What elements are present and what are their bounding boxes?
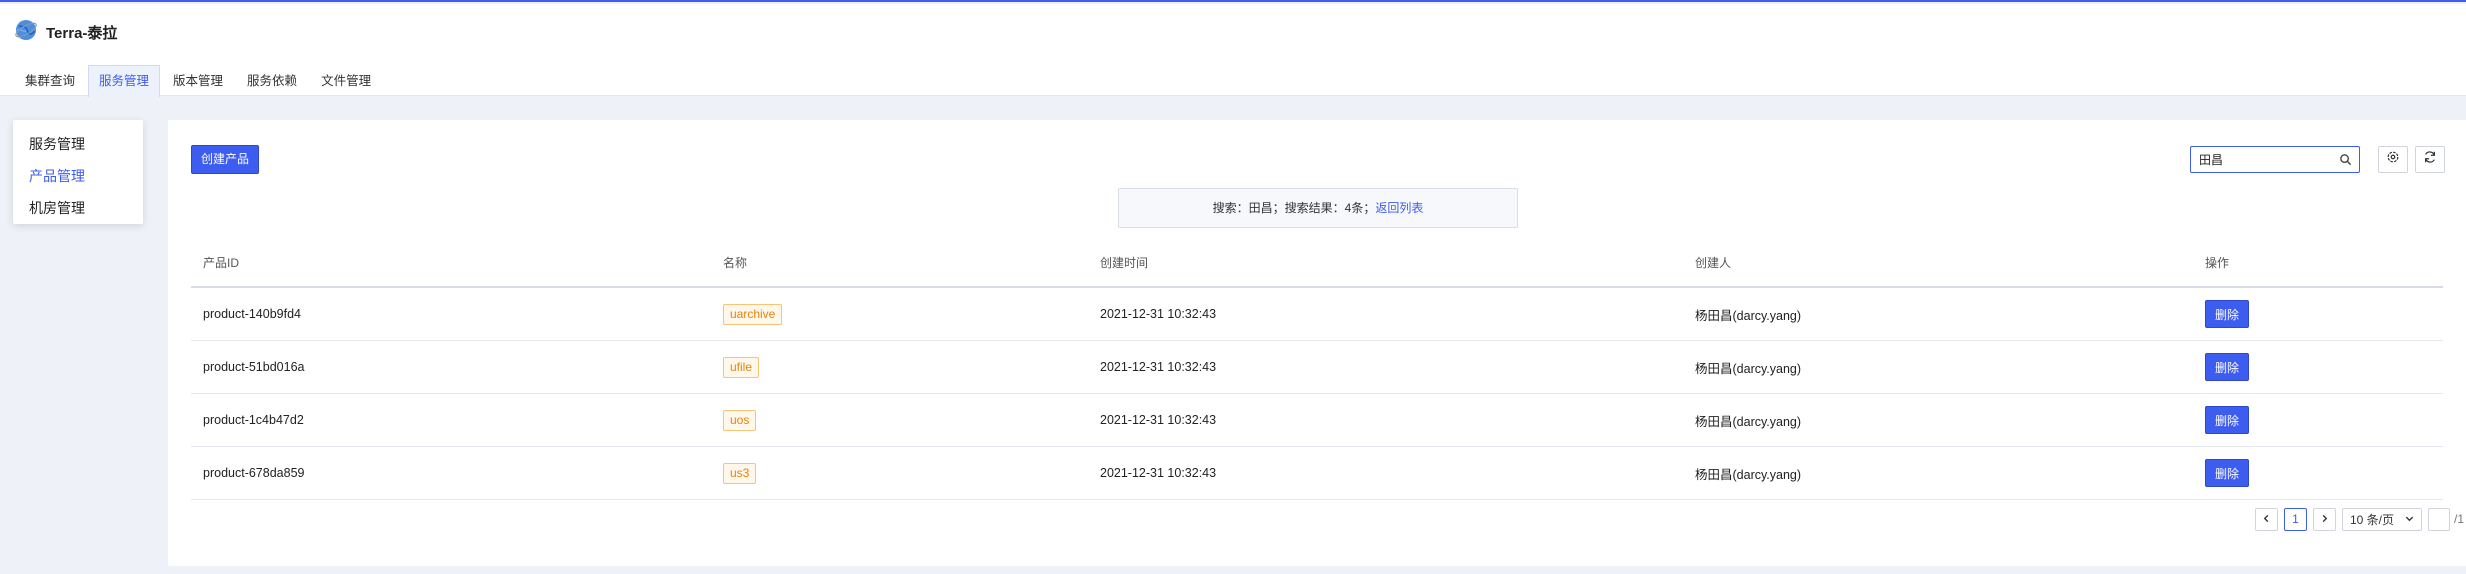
tab-version-management[interactable]: 版本管理 — [162, 65, 234, 97]
delete-button[interactable]: 删除 — [2205, 459, 2250, 487]
cell-product-id: product-140b9fd4 — [203, 307, 301, 321]
product-name-tag: uarchive — [723, 303, 783, 325]
column-header-actions: 操作 — [2205, 255, 2230, 270]
cell-created-time: 2021-12-31 10:32:43 — [1100, 360, 1217, 374]
refresh-button[interactable] — [2415, 146, 2445, 173]
table-header: 产品ID 名称 创建时间 创建人 操作 — [191, 238, 2443, 288]
table-row: product-678da859 us3 2021-12-31 10:32:43… — [191, 447, 2443, 500]
product-name-tag: uos — [723, 409, 757, 431]
sidebar-item-product[interactable]: 产品管理 — [13, 160, 143, 192]
pagination: 1 10 条/页 /1 — [2254, 507, 2466, 531]
tab-cluster-query[interactable]: 集群查询 — [14, 65, 86, 97]
delete-button[interactable]: 删除 — [2205, 353, 2250, 381]
product-table: 产品ID 名称 创建时间 创建人 操作 product-140b9fd4 uar… — [191, 238, 2443, 500]
create-product-button[interactable]: 创建产品 — [191, 145, 260, 174]
chevron-down-icon — [2405, 512, 2414, 526]
tab-service-dependency[interactable]: 服务依赖 — [236, 65, 308, 97]
settings-button[interactable] — [2378, 146, 2408, 173]
table-row: product-1c4b47d2 uos 2021-12-31 10:32:43… — [191, 394, 2443, 447]
tab-file-management[interactable]: 文件管理 — [310, 65, 382, 97]
page-size-value: 10 条/页 — [2349, 512, 2395, 527]
delete-button[interactable]: 删除 — [2205, 300, 2250, 328]
app-title: Terra-泰拉 — [46, 25, 118, 42]
search-icon[interactable] — [2339, 153, 2352, 166]
cell-product-id: product-678da859 — [203, 466, 305, 480]
cell-created-time: 2021-12-31 10:32:43 — [1100, 413, 1217, 427]
main-panel: 创建产品 搜索：田昌；搜索结果：4条；返回列表 — [168, 120, 2466, 566]
cell-creator: 杨田昌(darcy.yang) — [1695, 414, 1802, 429]
cell-creator: 杨田昌(darcy.yang) — [1695, 308, 1802, 323]
tab-service-management[interactable]: 服务管理 — [88, 65, 161, 97]
column-header-created-time[interactable]: 创建时间 — [1088, 254, 1683, 271]
search-result-banner: 搜索：田昌；搜索结果：4条；返回列表 — [1118, 188, 1518, 228]
table-row: product-140b9fd4 uarchive 2021-12-31 10:… — [191, 288, 2443, 341]
prev-page-button[interactable] — [2254, 507, 2278, 531]
cell-created-time: 2021-12-31 10:32:43 — [1100, 307, 1217, 321]
chevron-left-icon — [2262, 512, 2271, 526]
sidebar-item-service[interactable]: 服务管理 — [13, 128, 143, 160]
search-input[interactable] — [2191, 147, 2331, 172]
table-row: product-51bd016a ufile 2021-12-31 10:32:… — [191, 341, 2443, 394]
refresh-icon — [2423, 150, 2437, 169]
page-number-button[interactable]: 1 — [2283, 507, 2307, 531]
sidebar: 服务管理 产品管理 机房管理 — [13, 120, 143, 224]
column-header-product-id[interactable]: 产品ID — [191, 254, 711, 271]
settings-icon — [2386, 150, 2400, 169]
cell-product-id: product-51bd016a — [203, 360, 305, 374]
globe-icon — [14, 18, 38, 47]
product-name-tag: ufile — [723, 356, 760, 378]
cell-created-time: 2021-12-31 10:32:43 — [1100, 466, 1217, 480]
back-to-list-link[interactable]: 返回列表 — [1375, 201, 1423, 215]
product-name-tag: us3 — [723, 462, 757, 484]
total-pages: /1 — [2453, 512, 2464, 526]
top-nav: 集群查询 服务管理 版本管理 服务依赖 文件管理 — [14, 65, 384, 97]
cell-product-id: product-1c4b47d2 — [203, 413, 304, 427]
app-logo[interactable]: Terra-泰拉 — [14, 18, 117, 47]
page-jump-input[interactable] — [2427, 507, 2450, 531]
cell-creator: 杨田昌(darcy.yang) — [1695, 361, 1802, 376]
delete-button[interactable]: 删除 — [2205, 406, 2250, 434]
page-size-select[interactable]: 10 条/页 — [2341, 507, 2422, 531]
app-header: Terra-泰拉 集群查询 服务管理 版本管理 服务依赖 文件管理 — [0, 4, 2466, 97]
search-box — [2190, 146, 2360, 173]
column-header-creator[interactable]: 创建人 — [1683, 254, 2193, 271]
search-result-text: 搜索：田昌；搜索结果：4条； — [1212, 201, 1376, 215]
cell-creator: 杨田昌(darcy.yang) — [1695, 467, 1802, 482]
chevron-right-icon — [2320, 512, 2329, 526]
column-header-name[interactable]: 名称 — [711, 254, 1088, 271]
next-page-button[interactable] — [2312, 507, 2336, 531]
sidebar-item-datacenter[interactable]: 机房管理 — [13, 192, 143, 224]
